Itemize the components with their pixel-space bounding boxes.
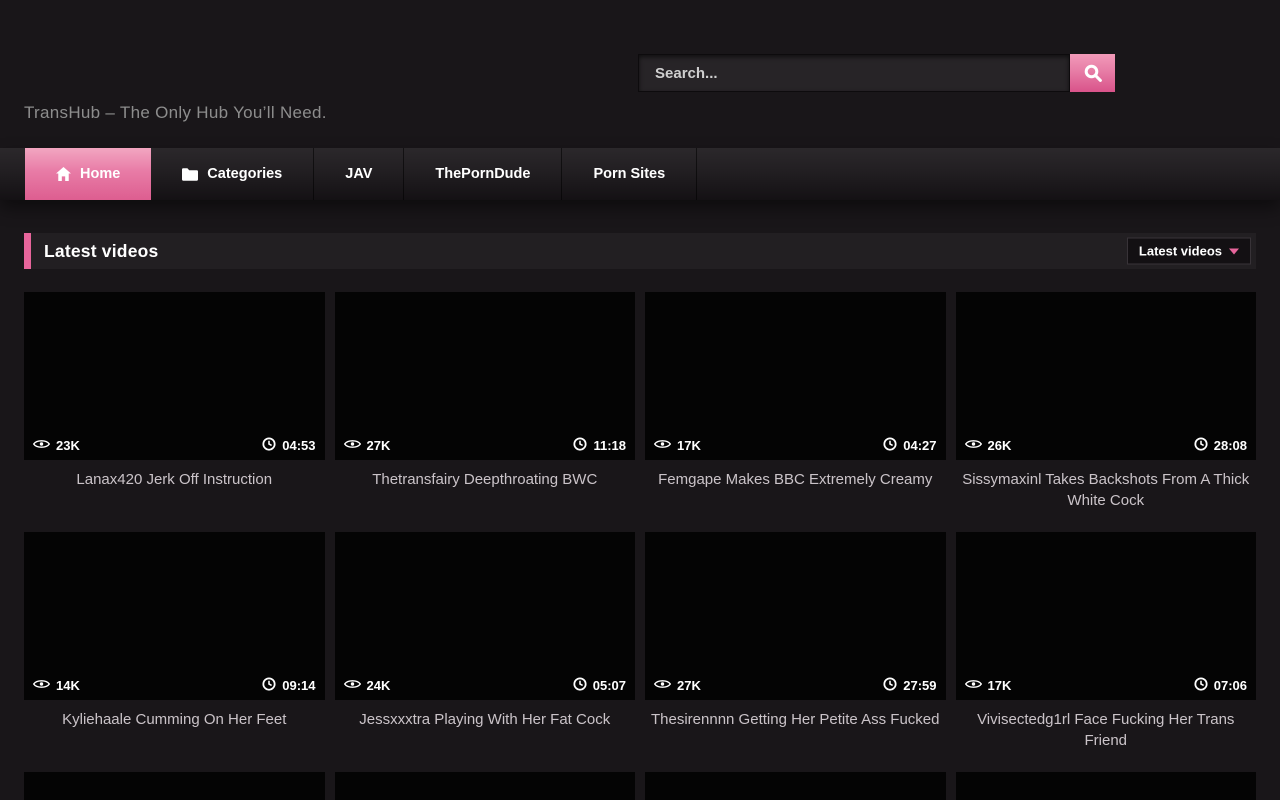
home-icon (56, 167, 71, 181)
section-accent-bar (24, 233, 31, 269)
video-thumbnail[interactable]: 27K 27:59 (645, 532, 946, 700)
video-duration: 11:18 (593, 438, 626, 453)
search-form (638, 54, 1115, 92)
section-title: Latest videos (44, 241, 158, 262)
video-duration: 09:14 (282, 678, 315, 693)
nav-item-label: JAV (345, 166, 372, 182)
chevron-down-icon (1229, 248, 1239, 254)
clock-icon (883, 677, 897, 694)
clock-icon (1194, 677, 1208, 694)
video-meta: 24K 05:07 (335, 670, 636, 700)
eye-icon (33, 438, 50, 453)
nav-item-label: ThePornDude (435, 166, 530, 182)
folder-icon (182, 168, 198, 181)
site-tagline: TransHub – The Only Hub You’ll Need. (24, 103, 327, 123)
eye-icon (344, 678, 361, 693)
clock-icon (1194, 437, 1208, 454)
eye-icon (344, 438, 361, 453)
video-card-partial[interactable] (645, 772, 946, 800)
clock-icon (262, 437, 276, 454)
video-thumbnail[interactable] (335, 772, 636, 800)
video-title[interactable]: Thetransfairy Deepthroating BWC (339, 469, 632, 512)
clock-icon (883, 437, 897, 454)
video-thumbnail[interactable] (956, 772, 1257, 800)
video-thumbnail[interactable]: 23K 04:53 (24, 292, 325, 460)
video-card-partial[interactable] (335, 772, 636, 800)
eye-icon (965, 438, 982, 453)
view-count: 14K (56, 678, 80, 693)
view-count: 23K (56, 438, 80, 453)
video-thumbnail[interactable]: 14K 09:14 (24, 532, 325, 700)
sort-dropdown-label: Latest videos (1139, 244, 1222, 259)
clock-icon (573, 437, 587, 454)
video-duration: 28:08 (1214, 438, 1247, 453)
video-meta: 27K 11:18 (335, 430, 636, 460)
search-input[interactable] (638, 54, 1070, 92)
video-title[interactable]: Jessxxxtra Playing With Her Fat Cock (339, 709, 632, 752)
video-duration: 27:59 (903, 678, 936, 693)
nav-item-home[interactable]: Home (25, 148, 151, 200)
video-thumbnail[interactable] (645, 772, 946, 800)
eye-icon (965, 678, 982, 693)
eye-icon (654, 438, 671, 453)
video-card[interactable]: 27K 11:18 Thetransfairy Deepthroating BW… (335, 292, 636, 512)
section-header: Latest videos Latest videos (24, 233, 1256, 269)
video-duration: 07:06 (1214, 678, 1247, 693)
video-thumbnail[interactable]: 26K 28:08 (956, 292, 1257, 460)
main-navbar: Home Categories JAV ThePornDude Porn Sit… (0, 148, 1280, 200)
video-thumbnail[interactable]: 17K 04:27 (645, 292, 946, 460)
eye-icon (654, 678, 671, 693)
search-button[interactable] (1070, 54, 1115, 92)
video-thumbnail[interactable] (24, 772, 325, 800)
eye-icon (33, 678, 50, 693)
nav-item-porn-sites[interactable]: Porn Sites (562, 148, 697, 200)
search-icon (1083, 63, 1103, 83)
nav-item-label: Categories (207, 166, 282, 182)
video-thumbnail[interactable]: 24K 05:07 (335, 532, 636, 700)
video-duration: 04:27 (903, 438, 936, 453)
nav-item-label: Home (80, 166, 120, 182)
video-card[interactable]: 26K 28:08 Sissymaxinl Takes Backshots Fr… (956, 292, 1257, 512)
view-count: 27K (367, 438, 391, 453)
video-title[interactable]: Femgape Makes BBC Extremely Creamy (649, 469, 942, 512)
nav-item-categories[interactable]: Categories (151, 148, 314, 200)
video-duration: 05:07 (593, 678, 626, 693)
video-card[interactable]: 14K 09:14 Kyliehaale Cumming On Her Feet (24, 532, 325, 752)
video-card[interactable]: 24K 05:07 Jessxxxtra Playing With Her Fa… (335, 532, 636, 752)
video-meta: 17K 07:06 (956, 670, 1257, 700)
view-count: 17K (988, 678, 1012, 693)
video-card-partial[interactable] (956, 772, 1257, 800)
video-title[interactable]: Sissymaxinl Takes Backshots From A Thick… (960, 469, 1253, 512)
video-card[interactable]: 23K 04:53 Lanax420 Jerk Off Instruction (24, 292, 325, 512)
video-meta: 14K 09:14 (24, 670, 325, 700)
site-header: TransHub – The Only Hub You’ll Need. (0, 0, 1280, 148)
view-count: 17K (677, 438, 701, 453)
video-meta: 27K 27:59 (645, 670, 946, 700)
video-meta: 26K 28:08 (956, 430, 1257, 460)
nav-item-label: Porn Sites (593, 166, 665, 182)
sort-dropdown[interactable]: Latest videos (1127, 238, 1251, 265)
view-count: 26K (988, 438, 1012, 453)
video-title[interactable]: Kyliehaale Cumming On Her Feet (28, 709, 321, 752)
nav-item-jav[interactable]: JAV (314, 148, 404, 200)
video-title[interactable]: Lanax420 Jerk Off Instruction (28, 469, 321, 512)
video-duration: 04:53 (282, 438, 315, 453)
video-card[interactable]: 17K 04:27 Femgape Makes BBC Extremely Cr… (645, 292, 946, 512)
video-thumbnail[interactable]: 17K 07:06 (956, 532, 1257, 700)
clock-icon (573, 677, 587, 694)
video-grid: 23K 04:53 Lanax420 Jerk Off Instruction … (24, 292, 1256, 800)
view-count: 27K (677, 678, 701, 693)
view-count: 24K (367, 678, 391, 693)
video-card[interactable]: 27K 27:59 Thesirennnn Getting Her Petite… (645, 532, 946, 752)
video-card-partial[interactable] (24, 772, 325, 800)
clock-icon (262, 677, 276, 694)
video-thumbnail[interactable]: 27K 11:18 (335, 292, 636, 460)
video-meta: 23K 04:53 (24, 430, 325, 460)
video-title[interactable]: Vivisectedg1rl Face Fucking Her Trans Fr… (960, 709, 1253, 752)
nav-item-theporndude[interactable]: ThePornDude (404, 148, 562, 200)
video-meta: 17K 04:27 (645, 430, 946, 460)
video-card[interactable]: 17K 07:06 Vivisectedg1rl Face Fucking He… (956, 532, 1257, 752)
video-title[interactable]: Thesirennnn Getting Her Petite Ass Fucke… (649, 709, 942, 752)
